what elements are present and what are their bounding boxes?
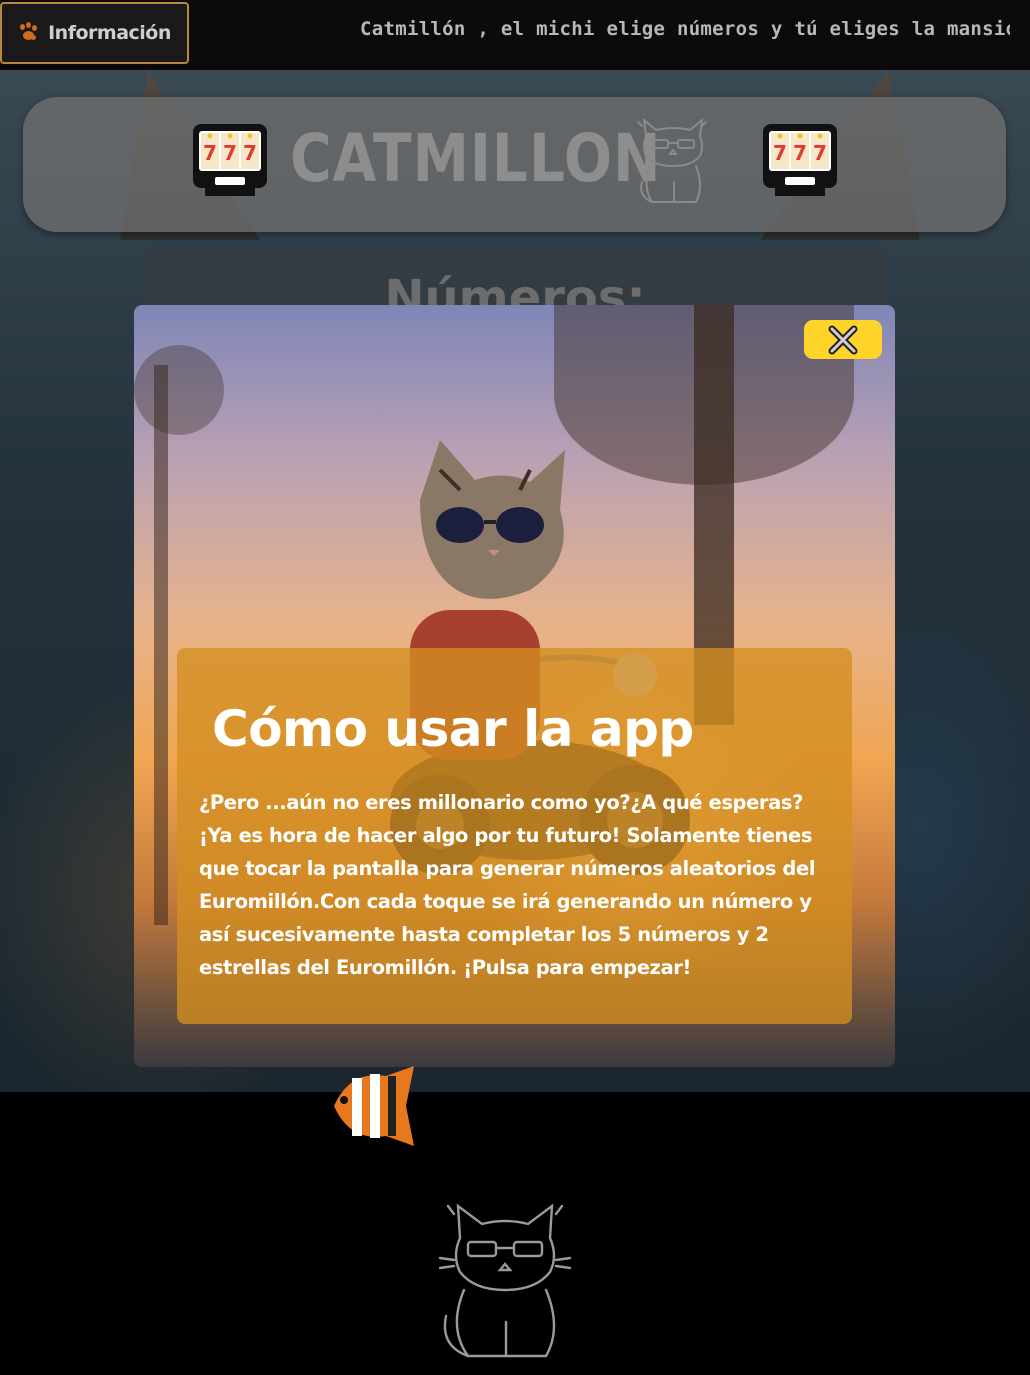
brand-title: CATMILLON xyxy=(290,120,662,197)
fish-icon xyxy=(334,1066,414,1146)
info-button[interactable]: Información xyxy=(0,2,189,64)
info-button-label: Información xyxy=(48,22,171,44)
cat-sunglasses-icon xyxy=(637,117,707,203)
close-modal-button[interactable] xyxy=(804,320,882,359)
marquee-text: Catmillón , el michi elige números y tú … xyxy=(360,18,1010,40)
svg-text:7: 7 xyxy=(223,141,237,165)
svg-text:7: 7 xyxy=(243,141,257,165)
instructions-title: Cómo usar la app xyxy=(212,700,694,758)
svg-text:7: 7 xyxy=(813,141,827,165)
svg-text:7: 7 xyxy=(793,141,807,165)
slot-machine-icon: 7 7 7 xyxy=(763,124,837,196)
svg-text:7: 7 xyxy=(203,141,217,165)
paw-icon xyxy=(18,22,40,44)
slot-machine-icon: 7 7 7 xyxy=(193,124,267,196)
top-bar: Información Catmillón , el michi elige n… xyxy=(0,0,1030,70)
close-icon xyxy=(828,325,858,354)
instructions-text: ¿Pero ...aún no eres millonario como yo?… xyxy=(199,791,816,979)
cat-sunglasses-icon xyxy=(438,1203,572,1358)
svg-text:7: 7 xyxy=(773,141,787,165)
